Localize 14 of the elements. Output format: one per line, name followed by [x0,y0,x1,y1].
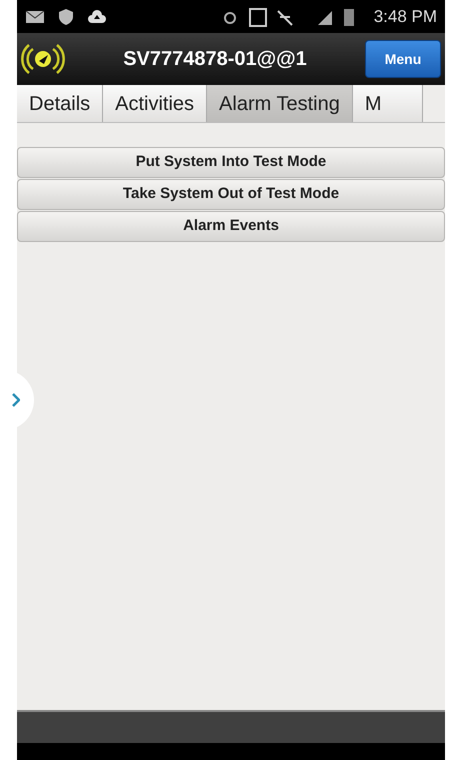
action-button[interactable]: Take System Out of Test Mode [17,179,445,210]
tab[interactable]: M [352,85,423,122]
tab[interactable]: Details [17,85,104,122]
tab[interactable]: Alarm Testing [207,85,353,122]
status-time: 3:48 PM [374,6,437,28]
shield-icon [57,8,75,26]
chevron-right-icon [12,393,20,407]
action-button[interactable]: Put System Into Test Mode [17,147,445,178]
menu-button[interactable]: Menu [365,40,441,78]
header-title: SV7774878-01@@1 [122,47,308,72]
cloud-upload-icon [87,8,107,24]
tab[interactable]: Activities [103,85,208,122]
mail-icon [25,8,45,24]
action-button[interactable]: Alarm Events [17,211,445,242]
